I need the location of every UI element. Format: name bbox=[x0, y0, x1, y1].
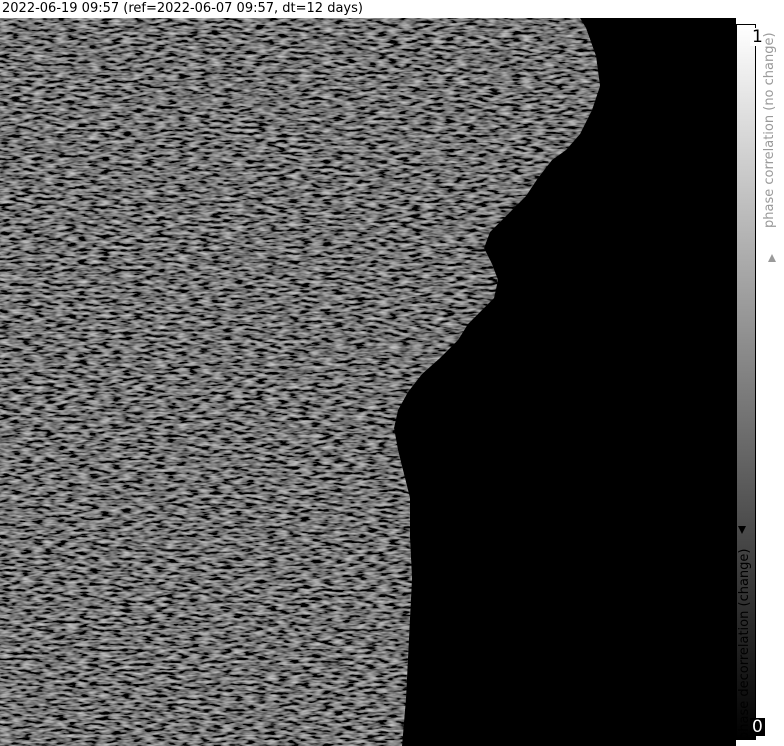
colorbar-bottom-label: phase decorrelation (change) bbox=[737, 548, 752, 740]
colorbar-min-label: 0 bbox=[750, 717, 765, 737]
arrow-up-icon bbox=[768, 254, 776, 262]
coherence-map bbox=[0, 18, 736, 746]
colorbar-top-label: phase correlation (no change) bbox=[762, 32, 777, 228]
arrow-down-icon bbox=[738, 526, 746, 534]
sar-coherence-image bbox=[0, 18, 736, 746]
colorbar: 1 0 phase correlation (no change) phase … bbox=[736, 18, 784, 746]
image-title: 2022-06-19 09:57 (ref=2022-06-07 09:57, … bbox=[2, 1, 363, 16]
